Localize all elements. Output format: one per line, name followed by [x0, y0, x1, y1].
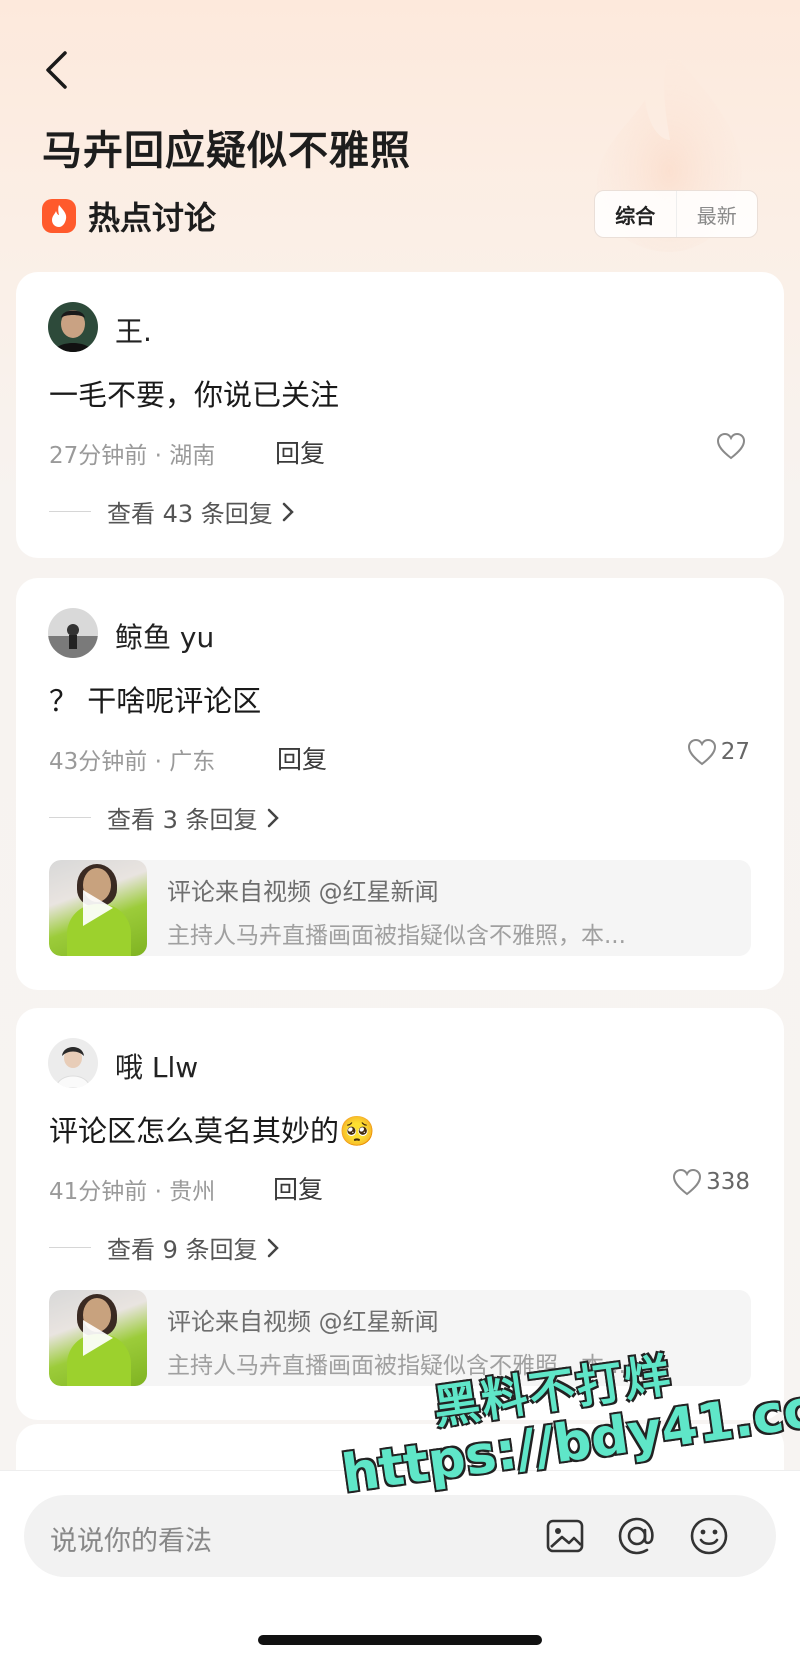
heart-icon	[687, 738, 716, 766]
reply-button[interactable]: 回复	[277, 740, 327, 776]
image-icon[interactable]	[542, 1513, 588, 1559]
comment-text: ？ 干啥呢评论区	[49, 684, 262, 718]
like-count: 27	[720, 739, 750, 765]
avatar[interactable]	[48, 608, 98, 658]
avatar-image	[48, 608, 98, 658]
username[interactable]: 鲸鱼 yu	[115, 616, 214, 656]
view-replies-link[interactable]: 查看 43 条回复	[49, 494, 295, 529]
back-button[interactable]	[36, 48, 76, 92]
divider	[49, 817, 91, 818]
comment-card: 王. 一毛不要，你说已关注 27分钟前 · 湖南 回复 查看 43 条回复	[16, 272, 784, 558]
username[interactable]: 王.	[115, 310, 152, 350]
avatar-image	[48, 1038, 98, 1088]
heart-icon	[716, 432, 746, 460]
page-title: 马卉回应疑似不雅照	[42, 128, 411, 174]
comment-text: 评论区怎么莫名其妙的🥺	[49, 1114, 376, 1148]
view-replies-text: 查看 43 条回复	[107, 500, 273, 528]
sort-option-comprehensive[interactable]: 综合	[595, 191, 676, 237]
avatar[interactable]	[48, 302, 98, 352]
sort-option-latest[interactable]: 最新	[675, 191, 758, 237]
chevron-left-icon	[46, 51, 67, 89]
view-replies-link[interactable]: 查看 9 条回复	[49, 1230, 280, 1265]
input-placeholder: 说说你的看法	[50, 1526, 212, 1557]
emoji-icon[interactable]	[686, 1513, 732, 1559]
home-indicator	[258, 1635, 542, 1645]
view-replies-text: 查看 3 条回复	[107, 806, 258, 834]
reply-button[interactable]: 回复	[275, 434, 325, 470]
play-icon	[83, 890, 113, 926]
divider	[49, 1247, 91, 1248]
chevron-right-icon	[282, 502, 294, 521]
chevron-right-icon	[267, 1238, 279, 1257]
flame-icon	[42, 199, 76, 233]
view-replies-link[interactable]: 查看 3 条回复	[49, 800, 280, 835]
like-button[interactable]: 338	[672, 1168, 750, 1196]
like-count: 338	[706, 1169, 750, 1195]
mention-icon[interactable]	[614, 1513, 660, 1559]
like-button[interactable]	[716, 432, 750, 460]
comment-card: 鲸鱼 yu ？ 干啥呢评论区 43分钟前 · 广东 回复 27 查看 3 条回复…	[16, 578, 784, 990]
play-icon	[83, 1320, 113, 1356]
comment-meta: 27分钟前 · 湖南	[49, 443, 216, 469]
avatar-image	[48, 302, 98, 352]
view-replies-text: 查看 9 条回复	[107, 1236, 258, 1264]
reply-button[interactable]: 回复	[273, 1170, 323, 1206]
divider	[49, 511, 91, 512]
avatar[interactable]	[48, 1038, 98, 1088]
sort-toggle: 综合 最新	[594, 190, 758, 238]
hot-discussion-row: 热点讨论	[42, 196, 217, 237]
source-label: 评论来自视频 @红星新闻	[167, 878, 439, 906]
chevron-right-icon	[267, 808, 279, 827]
comment-meta: 43分钟前 · 广东	[49, 749, 216, 775]
heart-icon	[673, 1168, 702, 1196]
like-button[interactable]: 27	[687, 738, 750, 766]
source-description: 主持人马卉直播画面被指疑似含不雅照，本...	[167, 923, 626, 949]
header: 马卉回应疑似不雅照 热点讨论 综合 最新	[0, 0, 800, 270]
comment-meta: 41分钟前 · 贵州	[49, 1179, 216, 1205]
username[interactable]: 哦 Llw	[115, 1046, 198, 1086]
comment-text: 一毛不要，你说已关注	[49, 378, 340, 412]
section-label: 热点讨论	[88, 199, 217, 237]
source-label: 评论来自视频 @红星新闻	[167, 1308, 439, 1336]
video-thumbnail	[49, 860, 147, 956]
video-thumbnail	[49, 1290, 147, 1386]
video-source-card[interactable]: 评论来自视频 @红星新闻 主持人马卉直播画面被指疑似含不雅照，本...	[49, 860, 751, 956]
